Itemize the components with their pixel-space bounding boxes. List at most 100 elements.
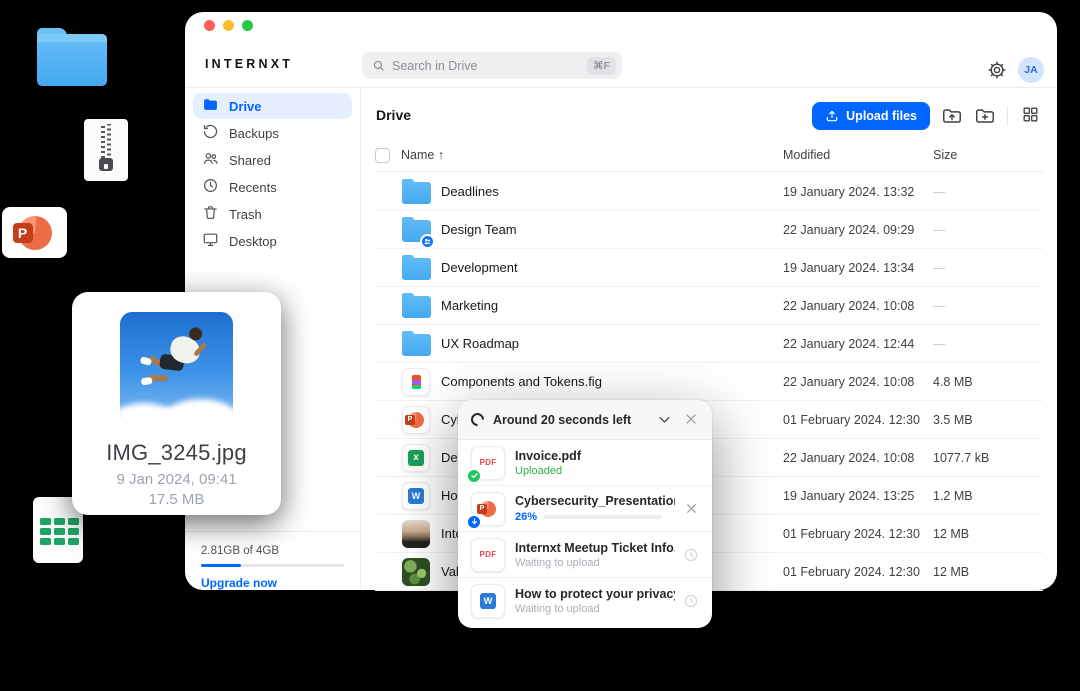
upload-file-name: Invoice.pdf [515,449,699,463]
table-row[interactable]: Deadlines19 January 2024. 13:32— [375,173,1043,211]
file-name: Deadlines [441,184,783,199]
upload-file-name: Cybersecurity_Presentation.ppt [515,494,675,508]
folder-icon [401,253,431,283]
file-modified: 19 January 2024. 13:25 [783,489,933,503]
powerpoint-logo-icon: P [18,216,52,250]
file-modified: 19 January 2024. 13:34 [783,261,933,275]
table-row[interactable]: Design Team22 January 2024. 09:29— [375,211,1043,249]
file-size: 12 MB [933,565,1043,579]
folder-plus-icon [974,105,996,127]
table-row[interactable]: Marketing22 January 2024. 10:08— [375,287,1043,325]
grid-view-button[interactable] [1019,105,1041,127]
column-header-size[interactable]: Size [933,148,1043,162]
select-all-checkbox[interactable] [375,148,390,163]
clock-icon [202,177,219,197]
toolbar-divider [1007,106,1008,126]
column-header-name[interactable]: Name ↑ [401,148,783,162]
file-size: — [933,337,1043,351]
waiting-clock-icon [683,593,699,609]
search-bar[interactable]: ⌘F [362,52,622,79]
storage-progress-track [201,564,344,567]
page-title: Drive [376,107,411,123]
waiting-clock-icon [683,547,699,563]
folder-icon [401,291,431,321]
sort-arrow-icon: ↑ [438,148,444,162]
sidebar-nav: Drive Backups Shared Recents Trash Desktop [185,89,360,254]
desktop-zip-file-icon[interactable] [84,119,128,181]
file-modified: 01 February 2024. 12:30 [783,413,933,427]
file-name: UX Roadmap [441,336,783,351]
table-row[interactable]: Development19 January 2024. 13:34— [375,249,1043,287]
sidebar-item-label: Drive [229,99,262,114]
collapse-popup-button[interactable] [656,411,673,428]
upgrade-now-link[interactable]: Upgrade now [201,576,344,590]
zoom-window-button[interactable] [242,20,253,31]
window-topbar: INTERNXT ⌘F JA [185,12,1057,88]
desktop-blue-folder-icon[interactable] [37,28,107,86]
word-file-icon: W [401,481,431,511]
upload-item: Cybersecurity_Presentation.ppt 26% [458,486,712,532]
file-name: Marketing [441,298,783,313]
file-modified: 22 January 2024. 09:29 [783,223,933,237]
upload-file-name: How to protect your privacy.doc [515,587,675,601]
file-modified: 19 January 2024. 13:32 [783,185,933,199]
sidebar-item-trash[interactable]: Trash [193,201,352,227]
sidebar-item-shared[interactable]: Shared [193,147,352,173]
file-modified: 01 February 2024. 12:30 [783,565,933,579]
upload-files-label: Upload files [846,109,917,123]
settings-gear-icon[interactable] [987,60,1007,80]
minimize-window-button[interactable] [223,20,234,31]
file-size: — [933,185,1043,199]
image-size: 17.5 MB [72,491,281,508]
photo-thumbnail [401,519,431,549]
file-size: 1.2 MB [933,489,1043,503]
photo-thumbnail [401,557,431,587]
storage-usage-label: 2.81GB of 4GB [201,545,344,557]
photo-person-jumping [120,312,233,425]
doc-file-icon: W [471,584,505,618]
folder-icon [401,329,431,359]
file-size: — [933,299,1043,313]
search-icon [372,59,385,72]
upload-percent-label: 26% [515,511,537,523]
sidebar-item-backups[interactable]: Backups [193,120,352,146]
file-size: 3.5 MB [933,413,1043,427]
user-avatar[interactable]: JA [1018,57,1044,83]
sidebar-item-label: Trash [229,207,262,222]
search-shortcut-badge: ⌘F [587,57,616,75]
new-folder-button[interactable] [974,105,996,127]
upload-files-button[interactable]: Upload files [812,102,930,130]
upload-folder-button[interactable] [941,105,963,127]
progress-track [544,515,662,519]
table-row[interactable]: Components and Tokens.fig22 January 2024… [375,363,1043,401]
spreadsheet-grid-icon [40,518,79,545]
close-popup-button[interactable] [682,411,699,428]
sidebar-item-desktop[interactable]: Desktop [193,228,352,254]
column-header-modified[interactable]: Modified [783,148,933,162]
upload-status-label: Uploaded [515,465,699,477]
upload-status-label: Waiting to upload [515,603,675,615]
image-preview-card[interactable]: IMG_3245.jpg 9 Jan 2024, 09:41 17.5 MB [72,292,281,515]
file-size: 1077.7 kB [933,451,1043,465]
upload-popup-title: Around 20 seconds left [493,413,647,427]
upload-popup-header: Around 20 seconds left [458,400,712,440]
upload-status-label: Waiting to upload [515,557,675,569]
sidebar-item-recents[interactable]: Recents [193,174,352,200]
search-input[interactable] [392,59,580,73]
file-name: Design Team [441,222,783,237]
cancel-upload-button[interactable] [683,501,699,517]
uploading-arrow-badge-icon [466,514,482,530]
image-filename: IMG_3245.jpg [72,440,281,466]
sidebar-item-label: Desktop [229,234,277,249]
sidebar-item-label: Shared [229,153,271,168]
folder-upload-icon [941,105,963,127]
uploaded-check-badge-icon [466,468,482,484]
table-row[interactable]: UX Roadmap22 January 2024. 12:44— [375,325,1043,363]
figma-file-icon [401,367,431,397]
sidebar-item-drive[interactable]: Drive [193,93,352,119]
close-window-button[interactable] [204,20,215,31]
grid-view-icon [1021,105,1040,124]
folder-icon [202,96,219,116]
desktop-powerpoint-file-icon[interactable]: P [2,207,67,258]
folder-icon [401,177,431,207]
